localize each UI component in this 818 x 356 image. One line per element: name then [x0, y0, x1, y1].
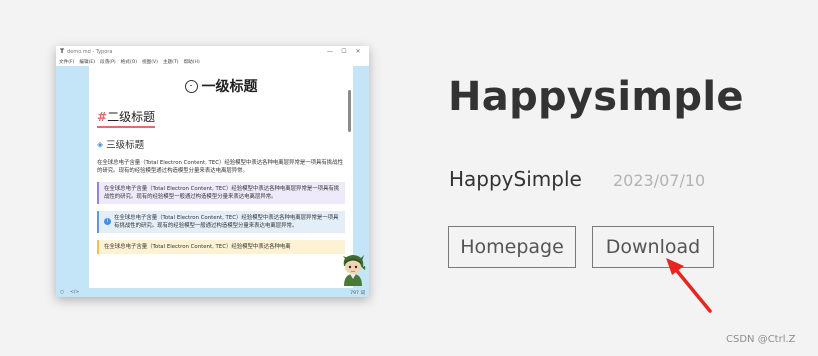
- menu-format: 格式(O): [120, 59, 138, 65]
- preview-callout-note: 在全球总电子含量（Total Electron Content, TEC）经验模…: [97, 182, 345, 204]
- mascot-character-icon: [343, 255, 366, 286]
- preview-window-titlebar: T demo.md - Typora — ☐ ✕: [56, 46, 369, 57]
- close-icon: ✕: [355, 48, 361, 55]
- code-icon: </>: [70, 290, 80, 295]
- menu-view: 视图(V): [142, 59, 158, 65]
- menu-help: 帮助(H): [183, 59, 200, 65]
- preview-heading-3: ◈ 三级标题: [97, 137, 353, 152]
- theme-date: 2023/07/10: [613, 171, 706, 190]
- preview-window-title: demo.md - Typora: [67, 48, 113, 55]
- theme-detail-page: T demo.md - Typora — ☐ ✕ 文件(F) 编辑(E) 段落(…: [0, 0, 818, 356]
- menu-edit: 编辑(E): [79, 59, 96, 65]
- layers-icon: ◈: [97, 139, 104, 149]
- csdn-watermark: CSDN @Ctrl.Z: [726, 334, 796, 345]
- typora-app-icon: T: [60, 48, 65, 55]
- preview-callout-info-text: 在全球总电子含量（Total Electron Content, TEC）经验模…: [114, 215, 339, 229]
- preview-window-body: ᵕ 一级标题 #二级标题 ◈ 三级标题 在全球总电子含量（Total Elect…: [56, 66, 369, 288]
- preview-callout-warning: 在全球总电子含量（Total Electron Content, TEC）经验模…: [97, 240, 345, 254]
- minimize-icon: —: [327, 48, 333, 55]
- theme-title: Happysimple: [448, 74, 744, 120]
- circle-icon: ○: [60, 290, 65, 295]
- preview-callout-info: i 在全球总电子含量（Total Electron Content, TEC）经…: [97, 211, 345, 233]
- preview-heading-1-text: 一级标题: [201, 79, 258, 95]
- preview-scrollbar: [348, 90, 351, 132]
- menu-paragraph: 段落(P): [100, 59, 116, 65]
- hash-icon: #: [97, 110, 108, 124]
- info-icon: i: [104, 218, 111, 225]
- word-count: 797 词: [350, 290, 365, 296]
- preview-paragraph: 在全球总电子含量（Total Electron Content, TEC）经验模…: [97, 160, 343, 174]
- preview-heading-3-text: 三级标题: [106, 140, 145, 151]
- homepage-button[interactable]: Homepage: [448, 226, 576, 268]
- preview-heading-1: ᵕ 一级标题: [89, 76, 353, 96]
- preview-document: ᵕ 一级标题 #二级标题 ◈ 三级标题 在全球总电子含量（Total Elect…: [89, 66, 353, 288]
- preview-heading-2: #二级标题: [97, 108, 156, 128]
- maximize-icon: ☐: [341, 48, 347, 55]
- menu-theme: 主题(T): [162, 59, 179, 65]
- theme-author: HappySimple: [449, 167, 582, 191]
- preview-statusbar: ○ </> 797 词: [56, 288, 369, 297]
- preview-menubar: 文件(F) 编辑(E) 段落(P) 格式(O) 视图(V) 主题(T) 帮助(H…: [56, 57, 369, 66]
- menu-file: 文件(F): [59, 59, 75, 65]
- red-arrow-annotation: [666, 258, 712, 313]
- smile-icon: ᵕ: [184, 79, 198, 93]
- preview-heading-2-text: 二级标题: [107, 110, 156, 124]
- theme-preview-image: T demo.md - Typora — ☐ ✕ 文件(F) 编辑(E) 段落(…: [56, 46, 369, 297]
